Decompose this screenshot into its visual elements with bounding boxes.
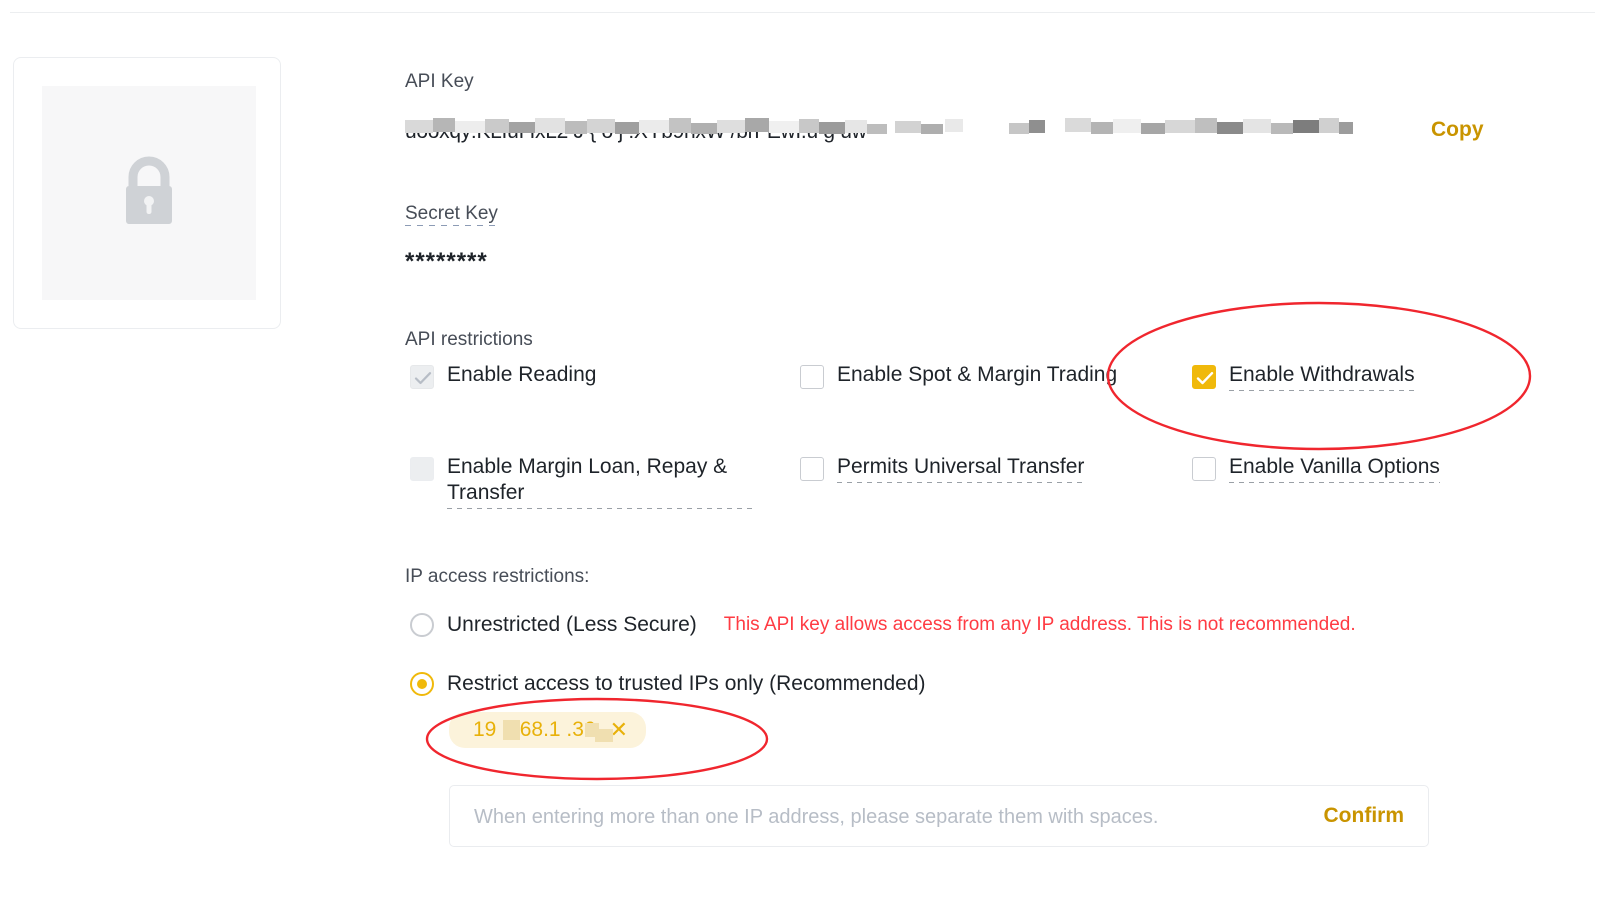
- checkbox-label-enable-vanilla-options: Enable Vanilla Options: [1229, 454, 1440, 483]
- trusted-ip-tag-list: 19 .168.1 .36 ✕: [449, 712, 647, 748]
- trusted-ip-tag-text: 19 .168.1 .36: [473, 718, 613, 742]
- trusted-ip-input[interactable]: [472, 786, 1296, 848]
- checkbox-box-permits-universal-transfer[interactable]: [800, 457, 824, 481]
- radio-button-restricted[interactable]: [410, 672, 434, 696]
- checkbox-box-enable-margin-loan-repay-transfer[interactable]: [410, 457, 434, 481]
- trusted-ip-tag: 19 .168.1 .36 ✕: [449, 712, 647, 748]
- radio-unrestricted[interactable]: Unrestricted (Less Secure) This API key …: [410, 608, 1356, 642]
- checkbox-box-enable-spot-margin-trading[interactable]: [800, 365, 824, 389]
- secret-key-label-wrap: Secret Key: [405, 204, 498, 226]
- secret-key-label: Secret Key: [405, 203, 498, 226]
- checkbox-label-enable-margin-loan-repay-transfer: Enable Margin Loan, Repay & Transfer: [447, 454, 757, 509]
- qr-code-placeholder: [42, 86, 256, 300]
- checkbox-permits-universal-transfer[interactable]: Permits Universal Transfer: [800, 454, 1130, 483]
- radio-restricted[interactable]: Restrict access to trusted IPs only (Rec…: [410, 667, 926, 701]
- trusted-ip-input-container[interactable]: Confirm: [449, 785, 1429, 848]
- api-restrictions-label: API restrictions: [405, 329, 533, 350]
- checkbox-label-enable-withdrawals: Enable Withdrawals: [1229, 362, 1415, 391]
- ip-redaction-block-1: [503, 720, 520, 740]
- checkbox-box-enable-reading[interactable]: [410, 365, 434, 389]
- checkbox-label-enable-spot-margin-trading: Enable Spot & Margin Trading: [837, 363, 1118, 386]
- copy-api-key-button[interactable]: Copy: [1431, 118, 1484, 142]
- secret-key-value: ********: [405, 248, 488, 275]
- checkbox-label-enable-reading: Enable Reading: [447, 363, 597, 386]
- checkbox-enable-withdrawals[interactable]: Enable Withdrawals: [1192, 362, 1522, 391]
- checkbox-box-enable-withdrawals[interactable]: [1192, 365, 1216, 389]
- ip-redaction-block-3: [595, 729, 613, 742]
- checkbox-enable-vanilla-options[interactable]: Enable Vanilla Options: [1192, 454, 1522, 483]
- ip-access-restrictions-label: IP access restrictions:: [405, 566, 590, 587]
- top-divider: [10, 12, 1595, 13]
- api-key-label: API Key: [405, 71, 474, 92]
- radio-button-unrestricted[interactable]: [410, 613, 434, 637]
- checkbox-label-permits-universal-transfer: Permits Universal Transfer: [837, 454, 1085, 483]
- api-key-value: uooxqy:KLIuI IxL2 J { o j :XYb9nxW /brFE…: [405, 120, 867, 143]
- checkbox-enable-spot-margin-trading[interactable]: Enable Spot & Margin Trading: [800, 362, 1130, 389]
- radio-label-unrestricted: Unrestricted (Less Secure): [447, 613, 697, 636]
- lock-icon: [113, 153, 185, 233]
- checkbox-enable-reading[interactable]: Enable Reading: [410, 362, 770, 389]
- ip-unrestricted-warning: This API key allows access from any IP a…: [723, 614, 1356, 635]
- qr-code-card: [13, 57, 281, 329]
- api-key-row: uooxqy:KLIuI IxL2 J { o j :XYb9nxW /brFE…: [405, 118, 1565, 160]
- checkbox-box-enable-vanilla-options[interactable]: [1192, 457, 1216, 481]
- api-restrictions-grid: Enable Reading Enable Spot & Margin Trad…: [405, 362, 1565, 546]
- confirm-ip-button[interactable]: Confirm: [1324, 804, 1405, 828]
- checkbox-enable-margin-loan-repay-transfer[interactable]: Enable Margin Loan, Repay & Transfer: [410, 454, 770, 509]
- api-key-management-panel: API Key uooxqy:KLIuI IxL2 J { o j :XYb9n…: [0, 0, 1600, 916]
- restrictions-row-2: Enable Margin Loan, Repay & Transfer Per…: [405, 454, 1565, 546]
- restrictions-row-1: Enable Reading Enable Spot & Margin Trad…: [405, 362, 1565, 454]
- radio-label-restricted: Restrict access to trusted IPs only (Rec…: [447, 672, 926, 695]
